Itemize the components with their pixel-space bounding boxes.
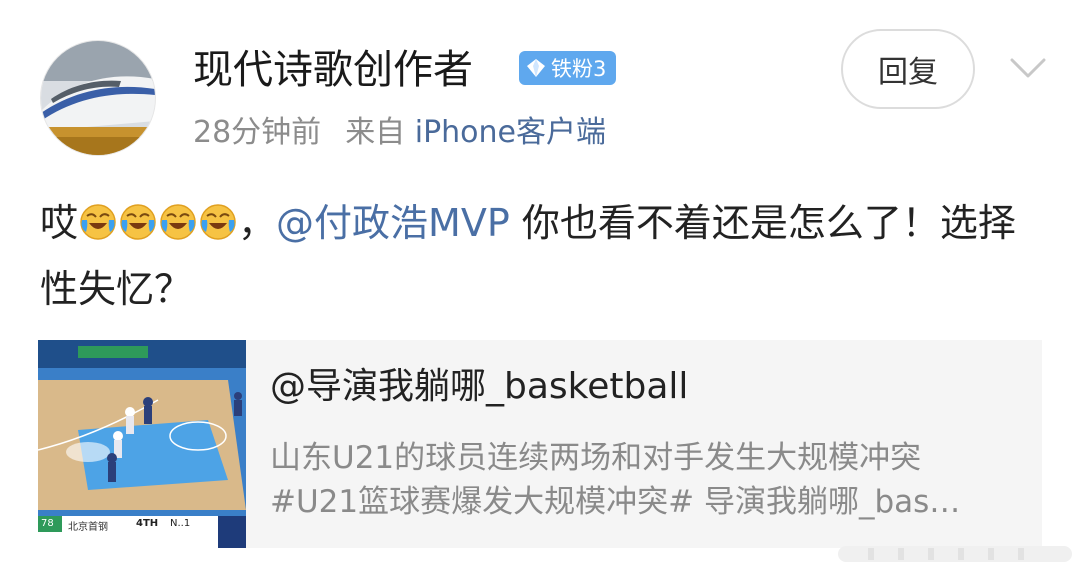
- card-desc-line1: 山东U21的球员连续两场和对手发生大规模冲突: [270, 440, 922, 476]
- card-desc-line2: #U21篮球赛爆发大规模冲突# 导演我躺哪_bas…: [270, 484, 961, 520]
- thumb-score-left: 78: [41, 518, 54, 529]
- card-description: 山东U21的球员连续两场和对手发生大规模冲突 #U21篮球赛爆发大规模冲突# 导…: [270, 436, 1020, 524]
- post-time: 28分钟前: [193, 115, 322, 150]
- shared-video-card[interactable]: 78 北京首钢 4TH N..1 @导演我躺哪_basketball 山东U21…: [38, 340, 1042, 548]
- user-avatar[interactable]: [40, 40, 156, 156]
- mention-link[interactable]: @付政浩MVP: [276, 201, 510, 245]
- post-meta: 28分钟前 来自 iPhone客户端: [193, 111, 606, 155]
- diamond-icon: [527, 59, 545, 77]
- post-text-prefix: 哎: [40, 201, 79, 245]
- scroll-hint-icon: [838, 546, 1072, 562]
- laughing-crying-icon: [80, 204, 116, 240]
- laughing-crying-icon: [200, 204, 236, 240]
- source-prefix: 来自: [345, 115, 406, 150]
- fan-badge-label: 铁粉3: [551, 57, 607, 81]
- thumb-team-left: 北京首钢: [68, 522, 108, 533]
- thumb-score-right: N..1: [170, 518, 191, 529]
- thumb-quarter: 4TH: [136, 518, 159, 529]
- laughing-crying-icon: [160, 204, 196, 240]
- post-comma: ，: [238, 201, 277, 245]
- source-app-link[interactable]: iPhone客户端: [415, 115, 606, 150]
- card-title[interactable]: @导演我躺哪_basketball: [270, 362, 688, 412]
- laughing-crying-icon: [120, 204, 156, 240]
- chevron-down-icon[interactable]: [1008, 52, 1048, 82]
- username[interactable]: 现代诗歌创作者: [193, 44, 473, 96]
- post-body: 哎，@付政浩MVP 你也看不着还是怎么了！选择性失忆？: [40, 190, 1050, 322]
- reply-button[interactable]: 回复: [841, 29, 975, 109]
- video-thumbnail[interactable]: 78 北京首钢 4TH N..1: [38, 340, 246, 548]
- fan-badge[interactable]: 铁粉3: [519, 51, 617, 85]
